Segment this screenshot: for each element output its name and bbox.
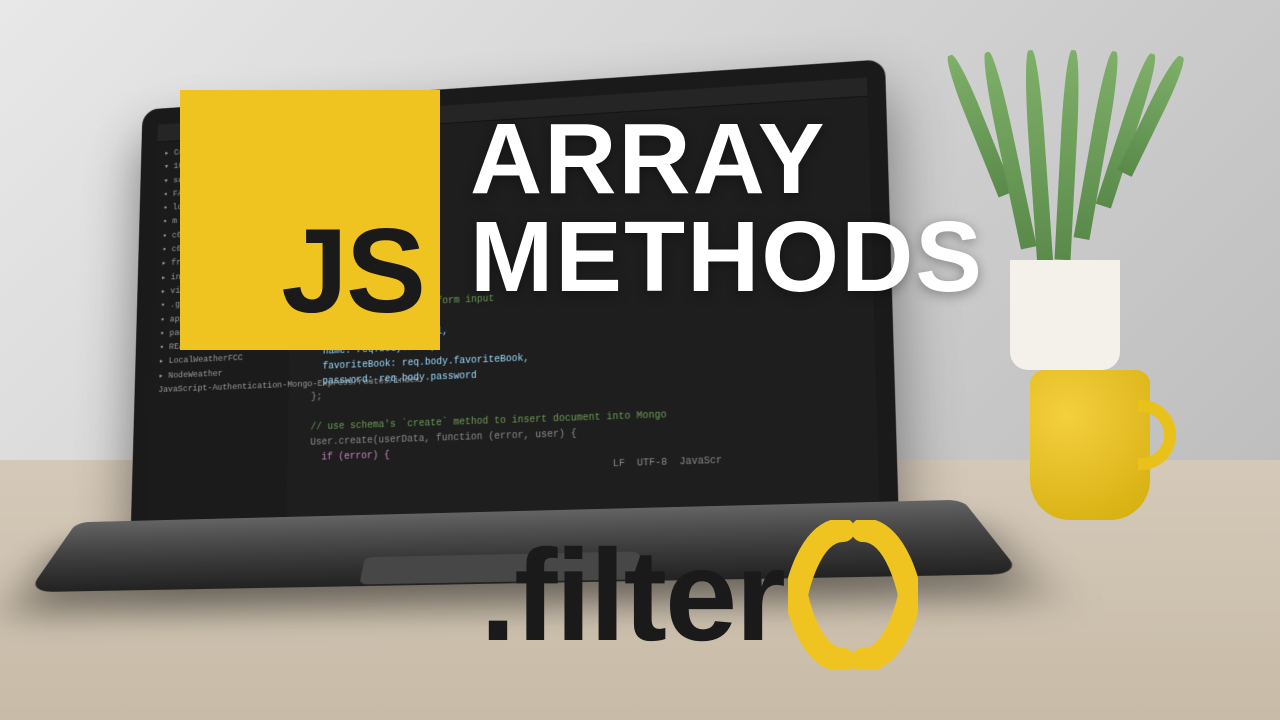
plant-decoration [950,40,1180,370]
method-name-row: .filter [480,520,918,670]
headline-line1: ARRAY [470,110,984,208]
yellow-mug [1030,370,1170,520]
method-name-text: .filter [480,520,784,670]
headline: ARRAY METHODS [470,110,984,306]
headline-line2: METHODS [470,208,984,306]
js-logo-text: JS [281,202,424,340]
parentheses-icon [788,520,918,670]
js-logo-badge: JS [180,90,440,350]
